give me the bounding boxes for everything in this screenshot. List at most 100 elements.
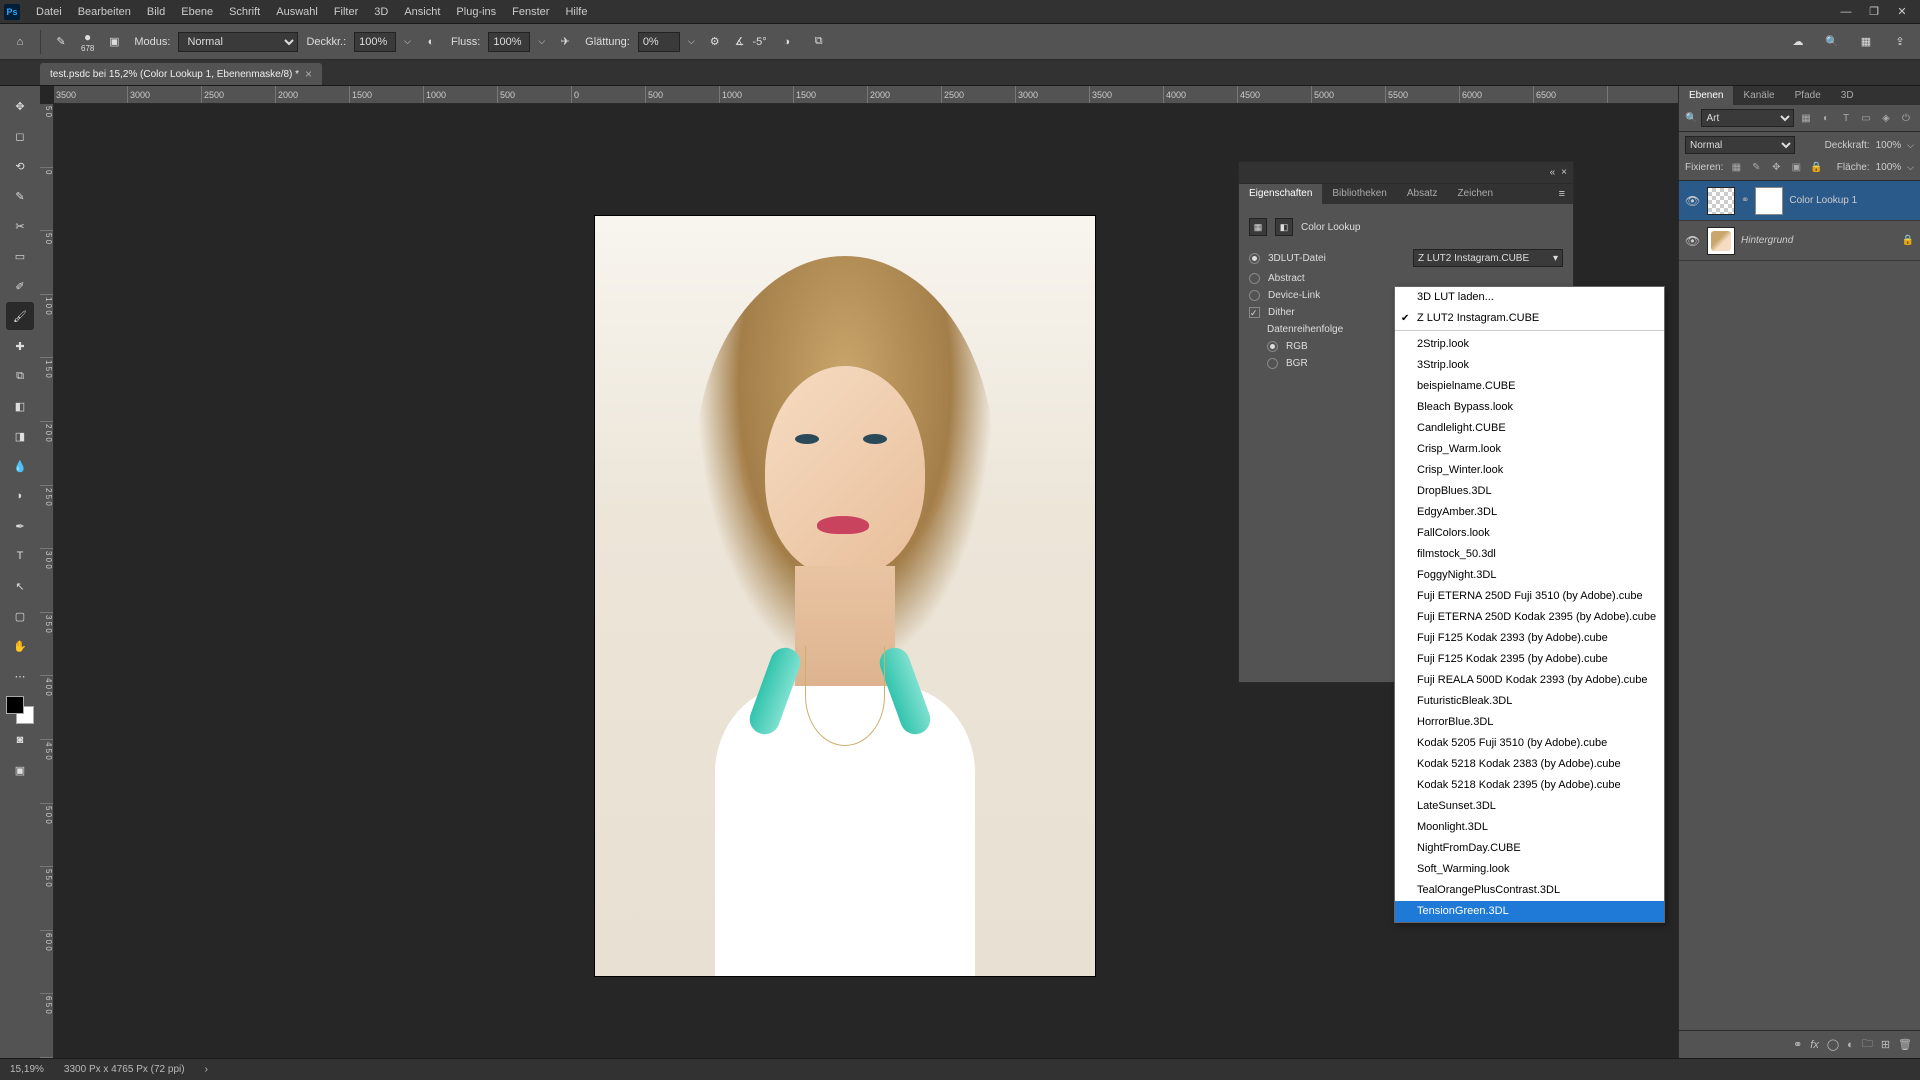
share-icon[interactable]: ⇪ — [1888, 30, 1912, 54]
lut-option[interactable]: FoggyNight.3DL — [1395, 565, 1664, 586]
filter-search-icon[interactable]: 🔍 — [1685, 113, 1697, 124]
lut-option[interactable]: 3D LUT laden... — [1395, 287, 1664, 308]
blur-tool[interactable]: 💧 — [6, 452, 34, 480]
filter-type-icon[interactable]: T — [1838, 110, 1854, 126]
lock-position-icon[interactable]: ✥ — [1769, 160, 1783, 174]
healing-tool[interactable]: ✚ — [6, 332, 34, 360]
lut-option[interactable]: Bleach Bypass.look — [1395, 397, 1664, 418]
radio-rgb[interactable] — [1267, 341, 1278, 352]
lut-option[interactable]: FallColors.look — [1395, 523, 1664, 544]
fill-value[interactable]: 100% — [1876, 162, 1902, 173]
dodge-tool[interactable]: ◗ — [6, 482, 34, 510]
tab-absatz[interactable]: Absatz — [1397, 184, 1448, 204]
tab-eigenschaften[interactable]: Eigenschaften — [1239, 184, 1322, 204]
color-swatches[interactable] — [6, 696, 34, 724]
search-icon[interactable]: 🔍 — [1820, 30, 1844, 54]
lut-option[interactable]: Candlelight.CUBE — [1395, 418, 1664, 439]
layer-name[interactable]: Color Lookup 1 — [1789, 195, 1914, 206]
link-layers-icon[interactable]: ⚭ — [1793, 1038, 1802, 1051]
pressure-size-icon[interactable]: ◑ — [775, 30, 799, 54]
link-icon[interactable]: ⚭ — [1741, 195, 1749, 206]
brush-tool[interactable]: 🖌 — [6, 302, 34, 330]
layer-thumbnail[interactable] — [1707, 227, 1735, 255]
lut-option[interactable]: beispielname.CUBE — [1395, 376, 1664, 397]
lut-option[interactable]: Fuji ETERNA 250D Kodak 2395 (by Adobe).c… — [1395, 607, 1664, 628]
lut-option[interactable]: filmstock_50.3dl — [1395, 544, 1664, 565]
group-icon[interactable]: 🗀 — [1862, 1035, 1873, 1054]
flow-input[interactable] — [488, 32, 530, 52]
symmetry-icon[interactable]: ⧉ — [807, 30, 831, 54]
layer-row[interactable]: 👁 ⚭ Color Lookup 1 — [1679, 181, 1920, 221]
lut-option[interactable]: Fuji ETERNA 250D Fuji 3510 (by Adobe).cu… — [1395, 586, 1664, 607]
lut-option[interactable]: Crisp_Winter.look — [1395, 460, 1664, 481]
visibility-toggle[interactable]: 👁 — [1685, 234, 1701, 248]
panel-menu-icon[interactable]: ≡ — [1551, 184, 1573, 204]
radio-bgr[interactable] — [1267, 358, 1278, 369]
quick-select-tool[interactable]: ✎ — [6, 182, 34, 210]
menu-3d[interactable]: 3D — [366, 0, 396, 23]
filter-adj-icon[interactable]: ◐ — [1818, 110, 1834, 126]
path-select-tool[interactable]: ↖ — [6, 572, 34, 600]
lut-option[interactable]: Kodak 5218 Kodak 2395 (by Adobe).cube — [1395, 775, 1664, 796]
menu-datei[interactable]: Datei — [28, 0, 70, 23]
fx-icon[interactable]: fx — [1810, 1039, 1819, 1051]
tab-3d[interactable]: 3D — [1831, 86, 1864, 105]
tab-ebenen[interactable]: Ebenen — [1679, 86, 1733, 105]
lut-option[interactable]: NightFromDay.CUBE — [1395, 838, 1664, 859]
tab-close-icon[interactable]: × — [305, 67, 312, 81]
frame-tool[interactable]: ▭ — [6, 242, 34, 270]
lut-option[interactable]: Crisp_Warm.look — [1395, 439, 1664, 460]
collapse-icon[interactable]: « — [1550, 167, 1556, 178]
pen-tool[interactable]: ✒ — [6, 512, 34, 540]
filter-toggle-icon[interactable]: ⏻ — [1898, 110, 1914, 126]
home-icon[interactable]: ⌂ — [8, 30, 32, 54]
smoothing-input[interactable] — [638, 32, 680, 52]
lasso-tool[interactable]: ⟲ — [6, 152, 34, 180]
lock-transparent-icon[interactable]: ▦ — [1729, 160, 1743, 174]
visibility-toggle[interactable]: 👁 — [1685, 194, 1701, 208]
lut-option[interactable]: Moonlight.3DL — [1395, 817, 1664, 838]
new-layer-icon[interactable]: ⊞ — [1881, 1038, 1890, 1051]
radio-abstract[interactable] — [1249, 273, 1260, 284]
check-dither[interactable] — [1249, 307, 1260, 318]
lut-option[interactable]: Fuji F125 Kodak 2393 (by Adobe).cube — [1395, 628, 1664, 649]
filter-shape-icon[interactable]: ▭ — [1858, 110, 1874, 126]
status-arrow-icon[interactable]: › — [205, 1064, 208, 1075]
lut-option[interactable]: HorrorBlue.3DL — [1395, 712, 1664, 733]
lock-image-icon[interactable]: ✎ — [1749, 160, 1763, 174]
eyedropper-tool[interactable]: ✐ — [6, 272, 34, 300]
brush-panel-icon[interactable]: ▣ — [102, 30, 126, 54]
gradient-tool[interactable]: ◨ — [6, 422, 34, 450]
lut-option[interactable]: 2Strip.look — [1395, 334, 1664, 355]
menu-ebene[interactable]: Ebene — [173, 0, 221, 23]
close-panel-icon[interactable]: × — [1561, 167, 1567, 178]
menu-bild[interactable]: Bild — [139, 0, 173, 23]
filter-pixel-icon[interactable]: ▦ — [1798, 110, 1814, 126]
pressure-opacity-icon[interactable]: ◐ — [419, 30, 443, 54]
lock-all-icon[interactable]: 🔒 — [1809, 160, 1823, 174]
lut-option[interactable]: Fuji REALA 500D Kodak 2393 (by Adobe).cu… — [1395, 670, 1664, 691]
layer-blend-select[interactable]: Normal — [1685, 136, 1795, 154]
cloud-icon[interactable]: ☁ — [1786, 30, 1810, 54]
move-tool[interactable]: ✥ — [6, 92, 34, 120]
lut-option[interactable]: EdgyAmber.3DL — [1395, 502, 1664, 523]
brush-size-picker[interactable]: ● 678 — [81, 30, 94, 53]
lut-option[interactable]: TensionGreen.3DL — [1395, 901, 1664, 922]
quick-mask-tool[interactable]: ◙ — [6, 726, 34, 754]
document-tab[interactable]: test.psdc bei 15,2% (Color Lookup 1, Ebe… — [40, 63, 322, 85]
type-tool[interactable]: T — [6, 542, 34, 570]
tab-bibliotheken[interactable]: Bibliotheken — [1322, 184, 1396, 204]
doc-info[interactable]: 3300 Px x 4765 Px (72 ppi) — [64, 1064, 185, 1075]
blend-mode-select[interactable]: Normal — [178, 32, 298, 52]
screen-mode-tool[interactable]: ▣ — [6, 756, 34, 784]
menu-auswahl[interactable]: Auswahl — [268, 0, 326, 23]
adjustment-icon[interactable]: ◐ — [1847, 1039, 1854, 1051]
tab-pfade[interactable]: Pfade — [1785, 86, 1831, 105]
smoothing-options-icon[interactable]: ⚙ — [703, 30, 727, 54]
marquee-tool[interactable]: ◻ — [6, 122, 34, 150]
layer-row[interactable]: 👁Hintergrund🔒 — [1679, 221, 1920, 261]
edit-toolbar[interactable]: ⋯ — [6, 662, 34, 690]
lock-icon[interactable]: 🔒 — [1902, 235, 1914, 246]
menu-schrift[interactable]: Schrift — [221, 0, 268, 23]
layer-thumbnail[interactable] — [1707, 187, 1735, 215]
